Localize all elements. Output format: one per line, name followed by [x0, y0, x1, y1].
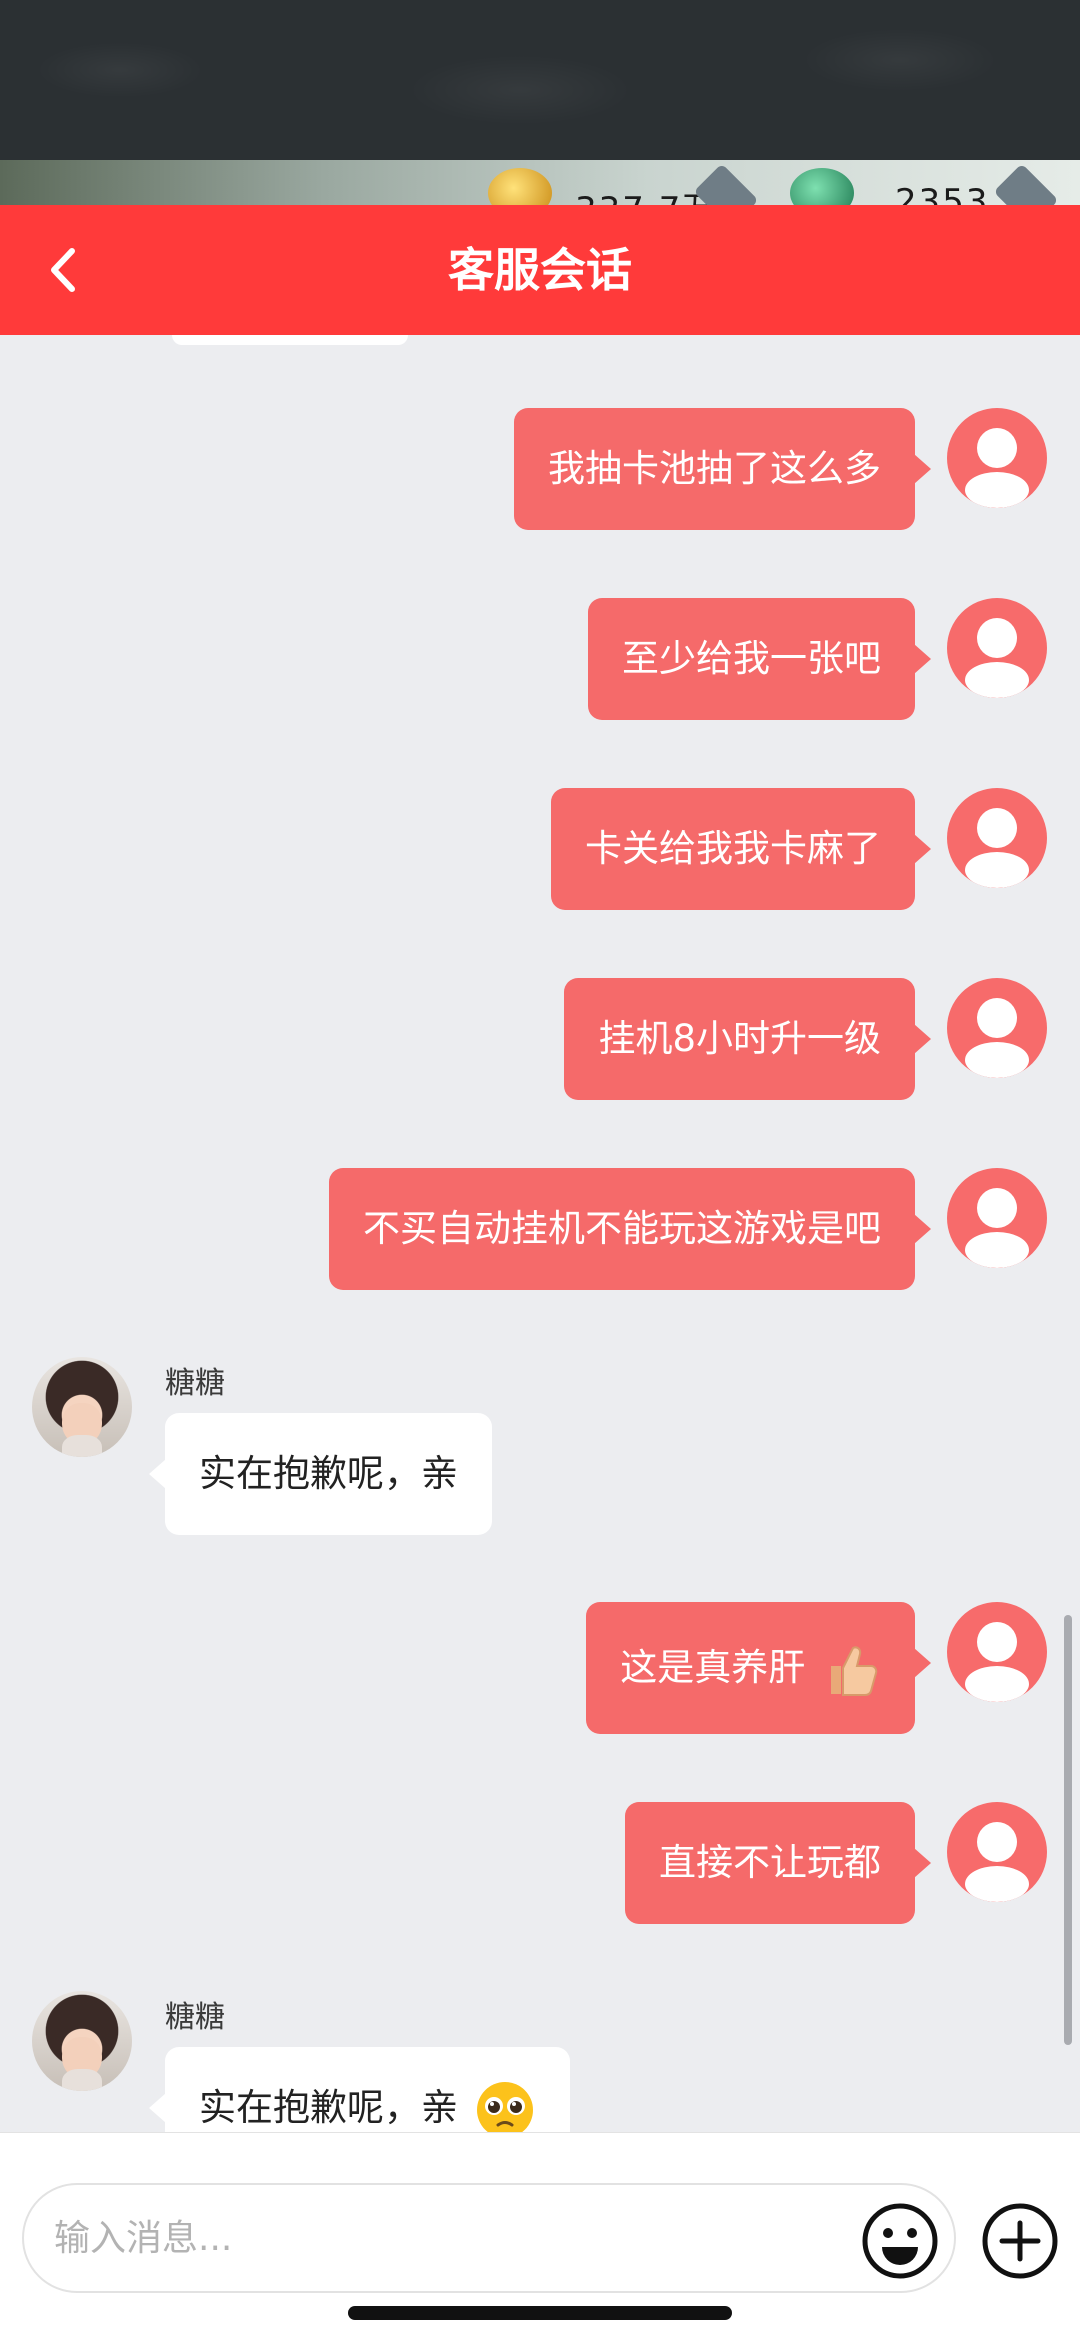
- plus-icon: [982, 2203, 1058, 2279]
- chat-scrollbar[interactable]: [1064, 1615, 1072, 2045]
- person-icon: [965, 808, 1029, 888]
- thumbs-up-icon: [831, 1645, 878, 1696]
- my-message-bubble[interactable]: 这是真养肝: [586, 1602, 931, 1734]
- person-icon: [965, 1822, 1029, 1902]
- agent-avatar[interactable]: [32, 1991, 132, 2091]
- user-avatar[interactable]: [947, 408, 1047, 508]
- my-message-bubble[interactable]: 挂机8小时升一级: [564, 978, 931, 1100]
- user-avatar[interactable]: [947, 788, 1047, 888]
- person-icon: [965, 1622, 1029, 1702]
- person-icon: [965, 428, 1029, 508]
- agent-name: 糖糖: [165, 1366, 225, 1401]
- my-message-bubble[interactable]: 我抽卡池抽了这么多: [514, 408, 931, 530]
- message-text: 这是真养肝: [620, 1646, 806, 1689]
- previous-message-bubble: [172, 335, 408, 345]
- message-text: 我抽卡池抽了这么多: [548, 447, 881, 490]
- message-text: 直接不让玩都: [659, 1841, 881, 1884]
- message-text: 不买自动挂机不能玩这游戏是吧: [363, 1207, 881, 1250]
- smiley-icon: [862, 2203, 938, 2279]
- message-text: 挂机8小时升一级: [598, 1017, 881, 1060]
- my-message-bubble[interactable]: 直接不让玩都: [625, 1802, 931, 1924]
- user-avatar[interactable]: [947, 1602, 1047, 1702]
- jade-amount: 2353: [895, 182, 990, 205]
- my-message-bubble[interactable]: 至少给我一张吧: [588, 598, 931, 720]
- home-indicator[interactable]: [348, 2306, 732, 2320]
- message-input[interactable]: [22, 2183, 956, 2293]
- user-avatar[interactable]: [947, 978, 1047, 1078]
- agent-name: 糖糖: [165, 2000, 225, 2035]
- message-text: 至少给我一张吧: [622, 637, 881, 680]
- my-message-bubble[interactable]: 卡关给我我卡麻了: [551, 788, 931, 910]
- message-text: 实在抱歉呢，亲: [199, 1452, 458, 1495]
- user-avatar[interactable]: [947, 1802, 1047, 1902]
- game-background-strip: 337.7万 2353: [0, 0, 1080, 205]
- chat-header: 客服会话: [0, 205, 1080, 335]
- person-icon: [965, 998, 1029, 1078]
- user-avatar[interactable]: [947, 1168, 1047, 1268]
- more-options-button[interactable]: [980, 2201, 1060, 2281]
- user-avatar[interactable]: [947, 598, 1047, 698]
- agent-avatar[interactable]: [32, 1357, 132, 1457]
- my-message-bubble[interactable]: 不买自动挂机不能玩这游戏是吧: [329, 1168, 931, 1290]
- person-icon: [965, 618, 1029, 698]
- message-text: 卡关给我我卡麻了: [585, 827, 881, 870]
- person-icon: [965, 1188, 1029, 1268]
- message-text: 实在抱歉呢，亲: [199, 2086, 458, 2129]
- emoji-button[interactable]: [860, 2201, 940, 2281]
- page-title: 客服会话: [448, 243, 632, 297]
- agent-message-bubble[interactable]: 实在抱歉呢，亲: [149, 1413, 492, 1535]
